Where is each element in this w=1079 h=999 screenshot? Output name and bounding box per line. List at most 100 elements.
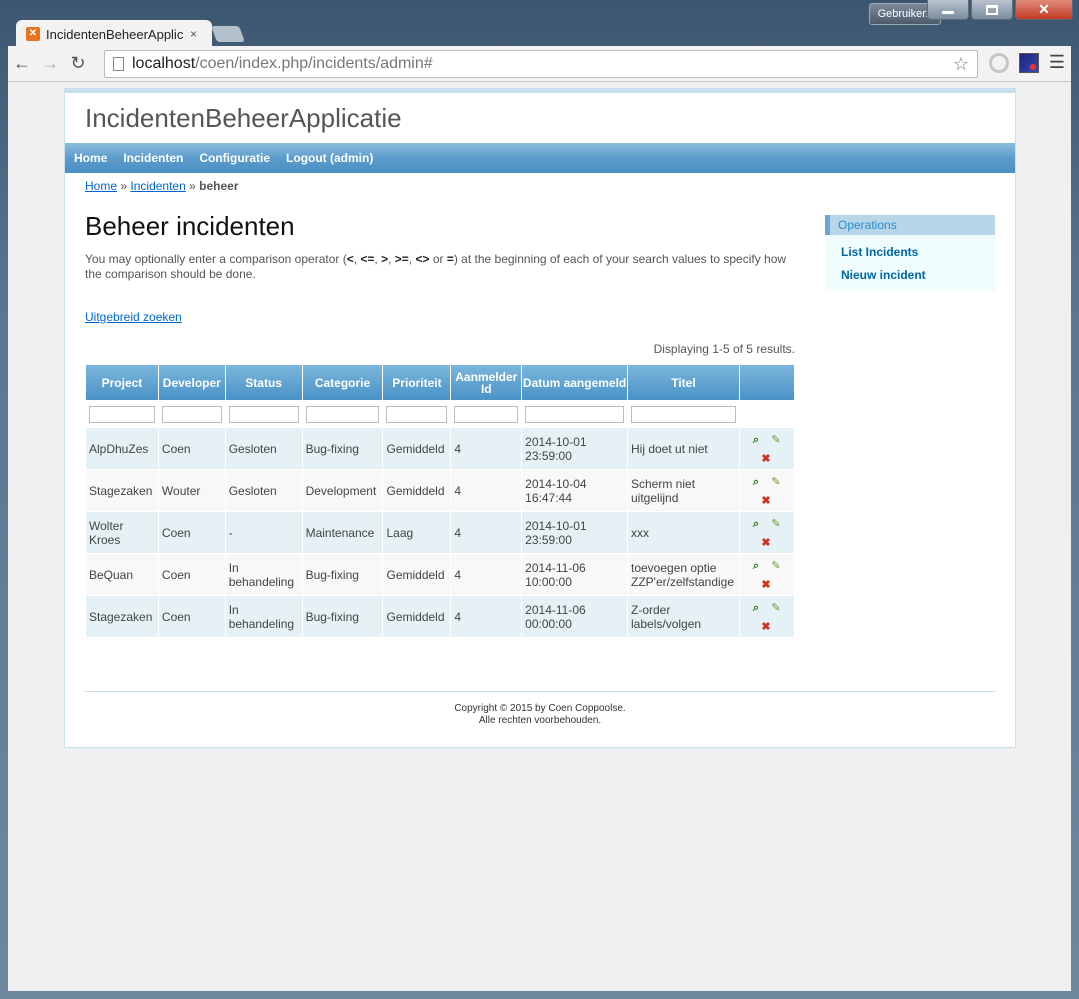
cell-prioriteit: Laag: [383, 512, 451, 553]
cell-project: AlpDhuZes: [86, 428, 158, 469]
cell-titel: xxx: [628, 512, 739, 553]
close-icon: ✕: [1038, 1, 1050, 17]
view-icon[interactable]: ⌕: [749, 601, 763, 615]
filter-project-input[interactable]: [89, 405, 155, 423]
edit-pencil-icon[interactable]: ✎: [769, 433, 783, 447]
cell-datum: 2014-10-01 23:59:00: [522, 512, 627, 553]
menu-home[interactable]: Home: [74, 151, 107, 165]
filter-cell: [225, 401, 302, 427]
page-title: Beheer incidenten: [85, 211, 295, 241]
new-tab-button[interactable]: [211, 26, 245, 42]
breadcrumb-incidenten[interactable]: Incidenten: [130, 179, 185, 193]
tab-close-icon[interactable]: ×: [190, 27, 197, 41]
advanced-search-link[interactable]: Uitgebreid zoeken: [85, 310, 182, 324]
filter-titel-input[interactable]: [631, 405, 736, 423]
cell-project: BeQuan: [86, 554, 158, 595]
filter-cell: [522, 401, 627, 427]
filter-categorie-input[interactable]: [305, 405, 380, 423]
filter-datum-input[interactable]: [525, 405, 624, 423]
cell-prioriteit: Gemiddeld: [383, 554, 451, 595]
sidebar-item-list-incidents[interactable]: List Incidents: [841, 245, 995, 259]
op-le: <=: [360, 252, 375, 266]
cell-categorie: Bug-fixing: [302, 554, 383, 595]
col-developer[interactable]: Developer: [158, 365, 225, 400]
filter-status-input[interactable]: [228, 405, 299, 423]
portlet-title: Operations: [825, 215, 995, 235]
delete-icon[interactable]: ✖: [759, 536, 773, 550]
col-project[interactable]: Project: [86, 365, 158, 400]
cell-aanmelder-id: 4: [451, 428, 522, 469]
col-titel[interactable]: Titel: [628, 365, 739, 400]
cell-aanmelder-id: 4: [451, 470, 522, 511]
table-row: AlpDhuZes Coen Gesloten Bug-fixing Gemid…: [86, 428, 794, 469]
col-prioriteit[interactable]: Prioriteit: [383, 365, 451, 400]
page-viewport: IncidentenBeheerApplicatie Home Incident…: [8, 82, 1071, 991]
col-aanmelder-id[interactable]: Aanmelder Id: [451, 365, 522, 400]
reload-icon[interactable]: ↻: [64, 53, 92, 74]
cell-prioriteit: Gemiddeld: [383, 428, 451, 469]
tab-title: IncidentenBeheerApplicatie: [46, 26, 184, 42]
view-icon[interactable]: ⌕: [749, 517, 763, 531]
cell-status: In behandeling: [225, 596, 302, 637]
menu-configuratie[interactable]: Configuratie: [199, 151, 270, 165]
op-ne: <>: [415, 252, 430, 266]
op-eq: =: [446, 252, 454, 266]
edit-pencil-icon[interactable]: ✎: [769, 601, 783, 615]
extension-circle-icon[interactable]: [988, 52, 1009, 73]
filter-cell: [739, 401, 794, 427]
filter-cell: [302, 401, 383, 427]
edit-pencil-icon[interactable]: ✎: [769, 517, 783, 531]
close-window-button[interactable]: ✕: [1015, 0, 1073, 20]
menu-logout[interactable]: Logout (admin): [286, 151, 373, 165]
cell-project: Wolter Kroes: [86, 512, 158, 553]
url-host: localhost: [132, 55, 196, 72]
filter-developer-input[interactable]: [161, 405, 222, 423]
cell-status: -: [225, 512, 302, 553]
cell-titel: Z-order labels/volgen: [628, 596, 739, 637]
cell-project: Stagezaken: [86, 596, 158, 637]
cell-aanmelder-id: 4: [451, 596, 522, 637]
view-icon[interactable]: ⌕: [749, 433, 763, 447]
cell-developer: Coen: [158, 596, 225, 637]
cell-categorie: Maintenance: [302, 512, 383, 553]
cell-actions: ⌕ ✎ ✖: [739, 596, 794, 637]
address-bar[interactable]: localhost/coen/index.php/incidents/admin…: [104, 50, 978, 78]
maximize-button[interactable]: [971, 0, 1013, 20]
cell-datum: 2014-11-06 10:00:00: [522, 554, 627, 595]
minimize-button[interactable]: [927, 0, 969, 20]
op-lt: <: [346, 252, 354, 266]
delete-icon[interactable]: ✖: [759, 452, 773, 466]
breadcrumb-home[interactable]: Home: [85, 179, 117, 193]
cell-developer: Coen: [158, 512, 225, 553]
delete-icon[interactable]: ✖: [759, 494, 773, 508]
col-status[interactable]: Status: [225, 365, 302, 400]
delete-icon[interactable]: ✖: [759, 578, 773, 592]
cell-actions: ⌕ ✎ ✖: [739, 512, 794, 553]
browser-tab[interactable]: ✕ IncidentenBeheerApplicatie ×: [16, 20, 212, 48]
maximize-icon: [986, 4, 998, 15]
edit-pencil-icon[interactable]: ✎: [769, 475, 783, 489]
window-frame: Gebruiker2 ✕ ✕ IncidentenBeheerApplicati…: [0, 0, 1079, 999]
bookmark-star-icon[interactable]: ☆: [953, 54, 969, 75]
filter-prioriteit-input[interactable]: [386, 405, 448, 423]
forward-icon[interactable]: →: [36, 53, 64, 74]
col-datum-aangemeld[interactable]: Datum aangemeld: [522, 365, 627, 400]
back-icon[interactable]: ←: [8, 53, 36, 74]
operations-portlet: Operations List Incidents Nieuw incident: [825, 215, 995, 291]
menu-incidenten[interactable]: Incidenten: [123, 151, 183, 165]
filter-aanmelder-input[interactable]: [454, 405, 519, 423]
sidebar-item-nieuw-incident[interactable]: Nieuw incident: [841, 268, 995, 282]
url-text[interactable]: localhost/coen/index.php/incidents/admin…: [132, 55, 433, 73]
filter-cell: [628, 401, 739, 427]
filter-cell: [158, 401, 225, 427]
delete-icon[interactable]: ✖: [759, 620, 773, 634]
col-categorie[interactable]: Categorie: [302, 365, 383, 400]
edit-pencil-icon[interactable]: ✎: [769, 559, 783, 573]
filter-cell: [86, 401, 158, 427]
extension-app-icon[interactable]: [1018, 52, 1039, 73]
site-title: IncidentenBeheerApplicatie: [85, 103, 402, 133]
menu-icon[interactable]: ☰: [1049, 52, 1065, 73]
view-icon[interactable]: ⌕: [749, 475, 763, 489]
view-icon[interactable]: ⌕: [749, 559, 763, 573]
col-actions: [739, 365, 794, 400]
